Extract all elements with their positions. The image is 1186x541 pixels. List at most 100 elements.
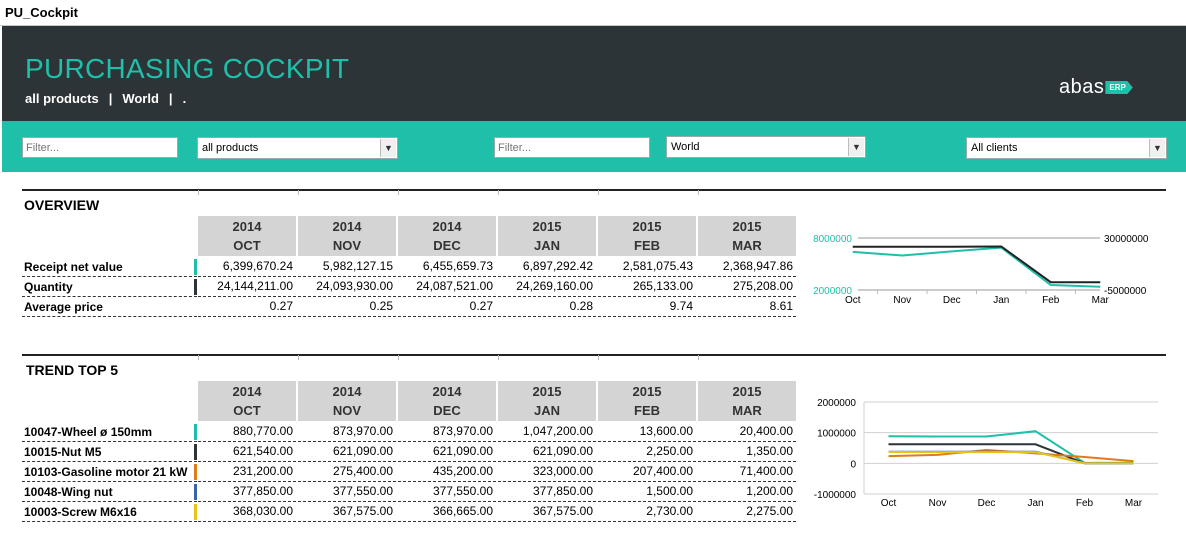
table-cell: 621,090.00 (398, 442, 496, 462)
table-cell: 1,200.00 (698, 482, 796, 502)
column-month: NOV (332, 403, 362, 418)
breadcrumb: all products | World |. (25, 91, 187, 106)
column-header-oct: 2014 OCT (198, 381, 296, 421)
section-divider (22, 189, 1166, 191)
series-color-marker (194, 279, 197, 295)
product-select[interactable]: all products ▼ (197, 137, 398, 159)
column-tick (198, 355, 199, 360)
row-label: 10048-Wing nut (24, 485, 113, 499)
table-cell: 367,575.00 (498, 502, 596, 522)
section-divider (22, 354, 1166, 356)
column-tick (198, 190, 199, 195)
table-cell: 6,455,659.73 (398, 257, 496, 277)
column-month: OCT (233, 238, 261, 253)
column-tick (298, 355, 299, 360)
table-cell: 621,090.00 (498, 442, 596, 462)
breadcrumb-client[interactable]: . (183, 91, 187, 106)
table-cell: 621,540.00 (198, 442, 296, 462)
series-color-marker (194, 424, 197, 440)
series-color-marker (194, 484, 197, 500)
right-axis-tick-label: 30000000 (1104, 234, 1149, 245)
table-cell: 24,093,930.00 (298, 277, 396, 297)
table-cell: 8.61 (698, 297, 796, 317)
series-line-1 (852, 245, 1101, 284)
table-cell: 368,030.00 (198, 502, 296, 522)
column-month: OCT (233, 403, 261, 418)
table-cell: 275,400.00 (298, 462, 396, 482)
page-title: PURCHASING COCKPIT (25, 53, 350, 84)
client-select[interactable]: All clients ▼ (966, 137, 1167, 159)
table-cell: 24,144,211.00 (198, 277, 296, 297)
client-select-value: All clients (971, 142, 1018, 154)
table-cell: 2,275.00 (698, 502, 796, 522)
x-tick-label: Jan (993, 295, 1009, 306)
table-cell: 0.27 (398, 297, 496, 317)
abas-erp-logo: abas ERP (1059, 76, 1133, 98)
chevron-down-icon[interactable]: ▼ (848, 138, 864, 156)
table-cell: 2,250.00 (598, 442, 696, 462)
table-cell: 873,970.00 (398, 422, 496, 442)
series-color-marker (194, 259, 197, 275)
column-year: 2014 (432, 384, 462, 399)
column-header-mar: 2015 MAR (698, 216, 796, 256)
column-month: MAR (732, 403, 762, 418)
column-tick (498, 190, 499, 195)
chevron-down-icon[interactable]: ▼ (380, 139, 396, 157)
column-year: 2015 (632, 219, 662, 234)
trend-title: TREND TOP 5 (26, 362, 119, 378)
table-cell: 2,581,075.43 (598, 257, 696, 277)
y-tick-label: 0 (850, 459, 856, 470)
column-year: 2014 (332, 219, 362, 234)
row-label: 10103-Gasoline motor 21 kW (24, 465, 188, 479)
row-label: Quantity (24, 280, 73, 294)
column-year: 2015 (732, 384, 762, 399)
column-year: 2014 (232, 219, 262, 234)
row-label: 10015-Nut M5 (24, 445, 102, 459)
table-cell: 1,047,200.00 (498, 422, 596, 442)
breadcrumb-product[interactable]: all products (25, 91, 99, 106)
breadcrumb-region[interactable]: World (122, 91, 159, 106)
x-tick-label: Oct (881, 498, 897, 509)
table-cell: 367,575.00 (298, 502, 396, 522)
x-tick-label: Feb (1042, 295, 1060, 306)
table-cell: 2,730.00 (598, 502, 696, 522)
column-year: 2014 (332, 384, 362, 399)
column-month: DEC (433, 403, 461, 418)
table-cell: 71,400.00 (698, 462, 796, 482)
column-tick (698, 355, 699, 360)
series-color-marker (194, 464, 197, 480)
region-filter-input[interactable] (494, 137, 650, 158)
column-header-feb: 2015 FEB (598, 381, 696, 421)
column-tick (298, 190, 299, 195)
table-cell: 20,400.00 (698, 422, 796, 442)
left-axis-tick-label: 8000000 (813, 234, 852, 245)
column-tick (598, 355, 599, 360)
x-tick-label: Nov (893, 295, 911, 306)
column-header-dec: 2014 DEC (398, 216, 496, 256)
y-tick-label: -1000000 (814, 490, 857, 501)
chevron-down-icon[interactable]: ▼ (1149, 139, 1165, 157)
x-tick-label: Mar (1125, 498, 1143, 509)
product-filter-input[interactable] (22, 137, 178, 158)
column-header-nov: 2014 NOV (298, 381, 396, 421)
x-tick-label: Feb (1076, 498, 1094, 509)
x-tick-label: Dec (978, 498, 996, 509)
y-tick-label: 1000000 (817, 429, 856, 440)
column-year: 2015 (532, 219, 562, 234)
window-title: PU_Cockpit (5, 5, 78, 20)
column-year: 2015 (532, 384, 562, 399)
table-cell: 207,400.00 (598, 462, 696, 482)
table-cell: 6,897,292.42 (498, 257, 596, 277)
table-cell: 377,550.00 (298, 482, 396, 502)
table-cell: 13,600.00 (598, 422, 696, 442)
window-titlebar: PU_Cockpit (0, 0, 1186, 26)
table-cell: 1,350.00 (698, 442, 796, 462)
filter-bar: all products ▼ World ▼ All clients ▼ (2, 121, 1186, 172)
column-year: 2015 (732, 219, 762, 234)
region-select-value: World (671, 141, 700, 153)
region-select[interactable]: World ▼ (666, 136, 866, 158)
column-year: 2014 (432, 219, 462, 234)
series-line-1 (888, 443, 1134, 465)
column-month: FEB (634, 403, 660, 418)
left-axis-tick-label: 2000000 (813, 286, 852, 297)
